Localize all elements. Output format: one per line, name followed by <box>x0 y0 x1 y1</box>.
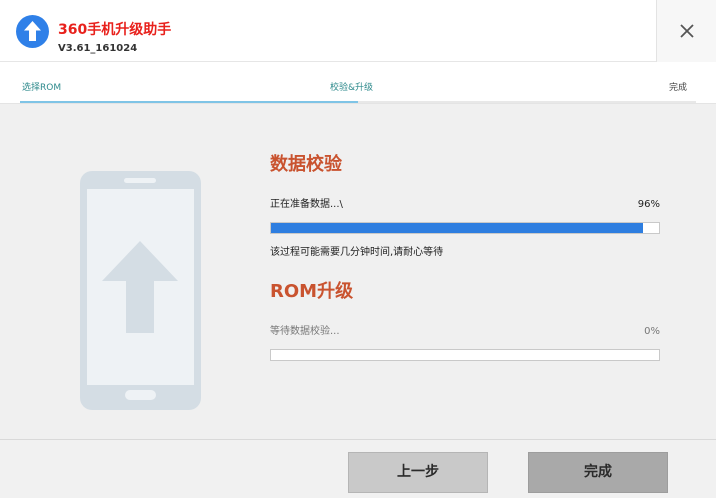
step-progress-fill <box>20 101 358 103</box>
verify-hint: 该过程可能需要几分钟时间,请耐心等待 <box>270 247 444 258</box>
done-button[interactable]: 完成 <box>528 452 668 493</box>
verify-progress-fill <box>271 223 644 233</box>
verify-status: 正在准备数据...\ <box>270 199 343 210</box>
step-finish: 完成 <box>669 83 688 93</box>
upgrade-percent: 0% <box>644 326 660 337</box>
app-logo-icon <box>16 15 49 48</box>
close-icon <box>680 24 694 38</box>
upgrade-status: 等待数据校验... <box>270 326 340 337</box>
app-version: V3.61_161024 <box>58 43 138 54</box>
upgrade-title: ROM升级 <box>270 281 354 302</box>
previous-step-button[interactable]: 上一步 <box>348 452 488 493</box>
verify-percent: 96% <box>637 199 660 210</box>
verify-title: 数据校验 <box>270 154 342 175</box>
phone-screen <box>87 189 194 385</box>
app-title: 360手机升级助手 <box>58 22 172 38</box>
upload-arrow-icon <box>102 241 178 333</box>
upgrade-progress-bar <box>270 349 660 361</box>
verify-progress-bar <box>270 222 660 234</box>
phone-home-button <box>125 390 156 400</box>
step-select-rom: 选择ROM <box>22 83 62 93</box>
footer-bar: 上一步 完成 <box>0 439 716 498</box>
close-button[interactable] <box>656 0 716 62</box>
step-progress-track <box>20 101 696 103</box>
phone-upgrade-icon <box>80 171 201 410</box>
step-verify-upgrade: 校验&升级 <box>330 83 374 93</box>
title-bar: 360手机升级助手 V3.61_161024 <box>0 0 716 62</box>
phone-speaker <box>124 178 156 183</box>
step-indicator: 选择ROM 校验&升级 完成 <box>0 62 716 104</box>
